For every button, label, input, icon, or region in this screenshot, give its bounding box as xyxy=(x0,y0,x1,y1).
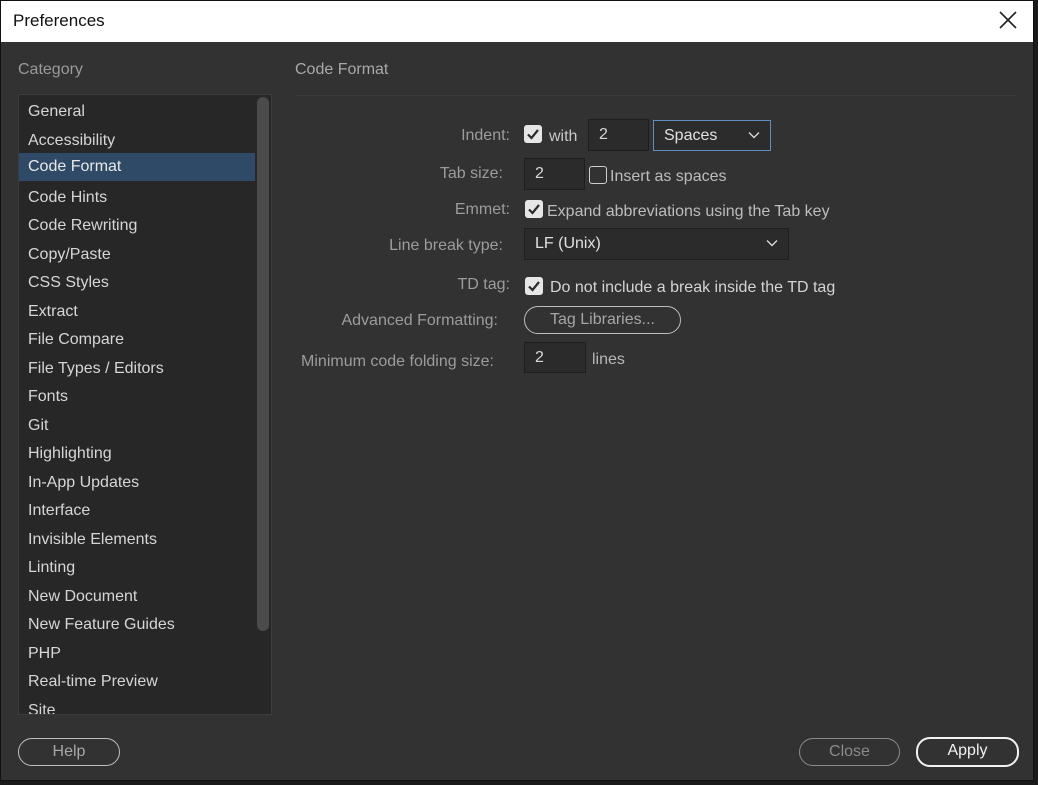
td-tag-checkbox[interactable] xyxy=(525,277,543,295)
category-item-file-types-editors[interactable]: File Types / Editors xyxy=(19,355,255,383)
td-tag-label: TD tag: xyxy=(457,276,510,293)
preferences-dialog: Preferences Category Code Format General… xyxy=(0,0,1034,781)
line-break-value: LF (Unix) xyxy=(535,235,601,252)
category-item-linting[interactable]: Linting xyxy=(19,554,255,582)
indent-unit-select[interactable]: Spaces xyxy=(653,120,771,151)
insert-as-spaces-checkbox[interactable] xyxy=(589,166,607,184)
category-item-invisible-elements[interactable]: Invisible Elements xyxy=(19,526,255,554)
category-item-site[interactable]: Site xyxy=(19,697,255,715)
chevron-down-icon xyxy=(748,132,760,139)
category-item-css-styles[interactable]: CSS Styles xyxy=(19,269,255,297)
line-break-label: Line break type: xyxy=(389,237,503,254)
apply-button[interactable]: Apply xyxy=(916,737,1019,767)
indent-with-text: with xyxy=(549,128,578,145)
tab-size-input[interactable]: 2 xyxy=(524,158,585,190)
indent-size-input[interactable]: 2 xyxy=(588,119,649,151)
category-item-accessibility[interactable]: Accessibility xyxy=(19,127,255,155)
emmet-checkbox[interactable] xyxy=(525,200,543,218)
folding-size-label: Minimum code folding size: xyxy=(301,353,494,370)
category-item-file-compare[interactable]: File Compare xyxy=(19,326,255,354)
line-break-select[interactable]: LF (Unix) xyxy=(524,228,789,260)
insert-as-spaces-label: Insert as spaces xyxy=(610,168,727,185)
indent-unit-value: Spaces xyxy=(664,127,718,144)
title-bar: Preferences xyxy=(1,1,1033,42)
td-tag-option-label: Do not include a break inside the TD tag xyxy=(550,279,836,296)
category-item-general[interactable]: General xyxy=(19,98,255,126)
folding-size-input[interactable]: 2 xyxy=(524,342,586,373)
category-item-interface[interactable]: Interface xyxy=(19,497,255,525)
category-scrollbar[interactable] xyxy=(257,97,269,631)
indent-checkbox[interactable] xyxy=(524,125,542,143)
chevron-down-icon xyxy=(766,240,778,247)
category-item-highlighting[interactable]: Highlighting xyxy=(19,440,255,468)
category-item-fonts[interactable]: Fonts xyxy=(19,383,255,411)
category-item-in-app-updates[interactable]: In-App Updates xyxy=(19,469,255,497)
category-list: General Accessibility Code Format Code H… xyxy=(18,94,272,715)
emmet-option-label: Expand abbreviations using the Tab key xyxy=(547,203,830,220)
category-item-new-document[interactable]: New Document xyxy=(19,583,255,611)
category-item-code-hints[interactable]: Code Hints xyxy=(19,184,255,212)
category-item-code-format[interactable]: Code Format xyxy=(19,153,255,181)
tab-size-label: Tab size: xyxy=(439,165,503,182)
section-divider xyxy=(295,95,1017,96)
close-icon[interactable] xyxy=(997,9,1019,31)
close-button[interactable]: Close xyxy=(799,738,900,766)
category-item-git[interactable]: Git xyxy=(19,412,255,440)
category-item-extract[interactable]: Extract xyxy=(19,298,255,326)
category-item-php[interactable]: PHP xyxy=(19,640,255,668)
category-item-copy-paste[interactable]: Copy/Paste xyxy=(19,241,255,269)
advanced-formatting-label: Advanced Formatting: xyxy=(341,312,498,329)
category-heading: Category xyxy=(18,61,83,78)
folding-unit-text: lines xyxy=(592,351,625,368)
tag-libraries-button[interactable]: Tag Libraries... xyxy=(524,306,681,334)
category-item-new-feature-guides[interactable]: New Feature Guides xyxy=(19,611,255,639)
emmet-label: Emmet: xyxy=(454,201,510,218)
category-item-real-time-preview[interactable]: Real-time Preview xyxy=(19,668,255,696)
section-heading: Code Format xyxy=(295,61,389,78)
indent-label: Indent: xyxy=(461,127,510,144)
window-title: Preferences xyxy=(13,11,105,30)
help-button[interactable]: Help xyxy=(18,738,120,766)
category-item-code-rewriting[interactable]: Code Rewriting xyxy=(19,212,255,240)
